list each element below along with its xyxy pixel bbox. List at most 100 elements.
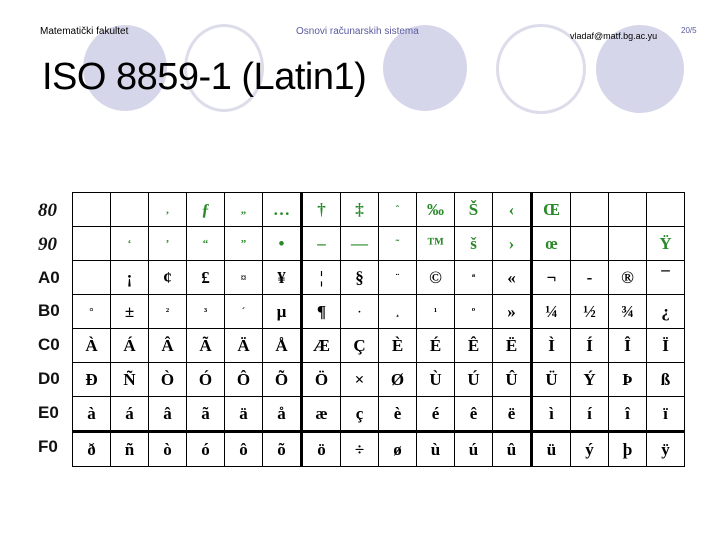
- char-cell: ©: [416, 260, 455, 295]
- char-cell: ›: [492, 226, 532, 261]
- char-cell: …: [262, 192, 302, 227]
- char-cell: ÷: [340, 430, 379, 467]
- char-cell: [570, 192, 609, 227]
- char-cell: ç: [340, 396, 379, 432]
- table-row: ‘’ “” • – — ˜ ™ š › œ Ÿ: [72, 226, 685, 261]
- char-cell: ²: [148, 294, 187, 329]
- char-cell: â: [148, 396, 187, 432]
- char-cell: µ: [262, 294, 302, 329]
- char-cell: î: [608, 396, 647, 432]
- char-cell: Á: [110, 328, 149, 363]
- char-cell: ¯: [646, 260, 685, 295]
- char-cell: ƒ: [186, 192, 225, 227]
- header-course: Osnovi računarskih sistema: [296, 26, 419, 37]
- char-cell: »: [492, 294, 532, 329]
- char-cell: º: [454, 294, 493, 329]
- char-cell: [608, 226, 647, 261]
- table-row: ÀÁÂÃÄÅÆÇÈÉÊËÌÍÎÏ: [72, 328, 685, 363]
- char-cell: ³: [186, 294, 225, 329]
- char-cell: ü: [530, 430, 571, 467]
- char-cell: ±: [110, 294, 149, 329]
- char-cell: ì: [530, 396, 571, 432]
- char-cell: û: [492, 430, 532, 467]
- char-cell: Õ: [262, 362, 302, 397]
- char-cell: À: [72, 328, 111, 363]
- char-cell: æ: [300, 396, 341, 432]
- char-cell: ¿: [646, 294, 685, 329]
- char-cell: É: [416, 328, 455, 363]
- char-cell: Ó: [186, 362, 225, 397]
- char-cell: ×: [340, 362, 379, 397]
- char-cell: ä: [224, 396, 263, 432]
- decorative-circle: [383, 25, 467, 111]
- char-cell: ®: [608, 260, 647, 295]
- char-cell: ‡: [340, 192, 379, 227]
- char-cell: Ä: [224, 328, 263, 363]
- char-cell: ò: [148, 430, 187, 467]
- char-cell: °: [72, 294, 111, 329]
- char-cell: ÿ: [646, 430, 685, 467]
- char-cell: Ÿ: [646, 226, 685, 261]
- char-cell: œ: [530, 226, 571, 261]
- char-cell: ¾: [608, 294, 647, 329]
- header-institution: Matematički fakultet: [40, 26, 129, 37]
- char-cell: †: [300, 192, 341, 227]
- char-cell: Ð: [72, 362, 111, 397]
- char-cell: ¹: [416, 294, 455, 329]
- char-cell: Š: [454, 192, 493, 227]
- char-cell: „: [224, 192, 263, 227]
- char-cell: Ý: [570, 362, 609, 397]
- char-cell: [72, 260, 111, 295]
- char-cell: [110, 192, 149, 227]
- char-cell: ¬: [530, 260, 571, 295]
- char-cell: ¼: [530, 294, 571, 329]
- table-row: ‚ ƒ „… † ‡ ˆ ‰ Š ‹ Œ: [72, 192, 685, 227]
- char-cell: ”: [224, 226, 263, 261]
- char-cell: é: [416, 396, 455, 432]
- char-cell: Ô: [224, 362, 263, 397]
- char-cell: •: [262, 226, 302, 261]
- char-cell: -: [570, 260, 609, 295]
- char-cell: ð: [72, 430, 111, 467]
- char-cell: ö: [300, 430, 341, 467]
- char-cell: ú: [454, 430, 493, 467]
- char-cell: ‰: [416, 192, 455, 227]
- char-cell: Ö: [300, 362, 341, 397]
- char-cell: Ç: [340, 328, 379, 363]
- char-cell: ¦: [300, 260, 341, 295]
- char-cell: ¡: [110, 260, 149, 295]
- char-cell: Â: [148, 328, 187, 363]
- char-cell: õ: [262, 430, 302, 467]
- char-cell: Î: [608, 328, 647, 363]
- char-cell: Ú: [454, 362, 493, 397]
- table-row: Ð Ñ Ò Ó Ô Õ Ö × Ø Ù Ú Û Ü Ý Þß: [72, 362, 685, 397]
- char-cell: ¸: [378, 294, 417, 329]
- row-label: C0: [38, 335, 60, 354]
- char-cell: —: [340, 226, 379, 261]
- char-cell: [608, 192, 647, 227]
- char-cell: ¢: [148, 260, 187, 295]
- slide-title: ISO 8859-1 (Latin1): [42, 56, 367, 98]
- char-cell: [72, 192, 111, 227]
- row-label: B0: [38, 301, 60, 320]
- char-cell: [646, 192, 685, 227]
- char-cell: ¶: [300, 294, 341, 329]
- char-cell: þ: [608, 430, 647, 467]
- char-cell: Ù: [416, 362, 455, 397]
- char-cell: å: [262, 396, 302, 432]
- char-cell: Ï: [646, 328, 685, 363]
- header-email: vladaf@matf.bg.ac.yu: [570, 31, 658, 41]
- char-cell: [72, 226, 111, 261]
- char-cell: ï: [646, 396, 685, 432]
- char-cell: ’: [148, 226, 187, 261]
- char-cell: Ø: [378, 362, 417, 397]
- char-cell: ‚: [148, 192, 187, 227]
- row-label: F0: [38, 437, 58, 456]
- char-cell: ¨: [378, 260, 417, 295]
- char-cell: è: [378, 396, 417, 432]
- char-cell: ý: [570, 430, 609, 467]
- char-cell: ß: [646, 362, 685, 397]
- char-cell: ø: [378, 430, 417, 467]
- char-cell: ‘: [110, 226, 149, 261]
- char-cell: §: [340, 260, 379, 295]
